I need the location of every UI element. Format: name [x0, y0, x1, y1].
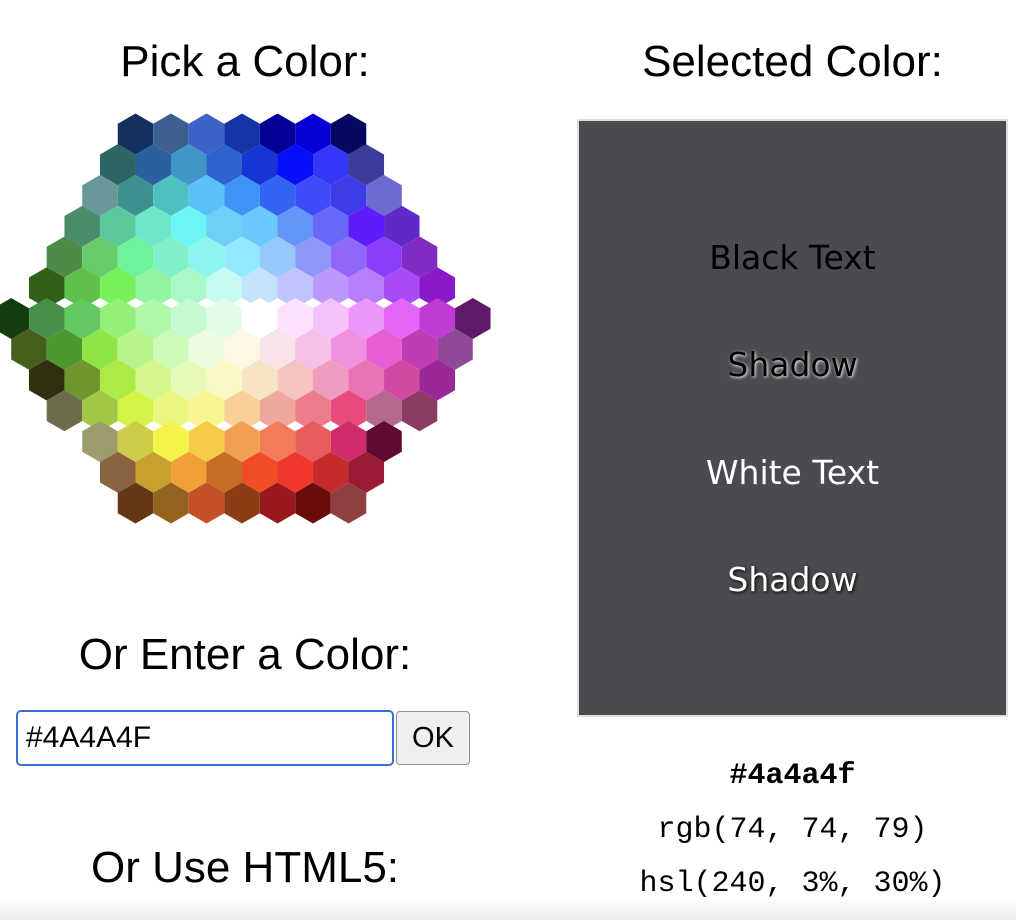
black-shadow-sample: Shadow — [727, 345, 858, 384]
white-text-sample: White Text — [705, 453, 880, 492]
color-hex-input[interactable] — [16, 710, 394, 766]
selected-color-heading: Selected Color: — [642, 37, 943, 86]
pick-color-heading: Pick a Color: — [120, 37, 370, 86]
enter-color-heading: Or Enter a Color: — [78, 630, 412, 679]
selected-color-swatch: Black Text Shadow White Text Shadow — [577, 119, 1008, 717]
hsl-value: hsl(240, 3%, 30%) — [639, 867, 946, 901]
black-text-sample: Black Text — [709, 238, 876, 277]
rgb-value: rgb(74, 74, 79) — [657, 813, 928, 847]
color-picker-page: Pick a Color: Or Enter a Color: OK Or Us… — [0, 0, 1016, 920]
hex-value: #4a4a4f — [729, 759, 856, 793]
ok-button[interactable]: OK — [396, 711, 470, 765]
bottom-fade — [0, 898, 1016, 920]
color-hexagon-map[interactable] — [0, 112, 491, 524]
html5-heading: Or Use HTML5: — [90, 843, 400, 892]
white-shadow-sample: Shadow — [727, 560, 858, 599]
